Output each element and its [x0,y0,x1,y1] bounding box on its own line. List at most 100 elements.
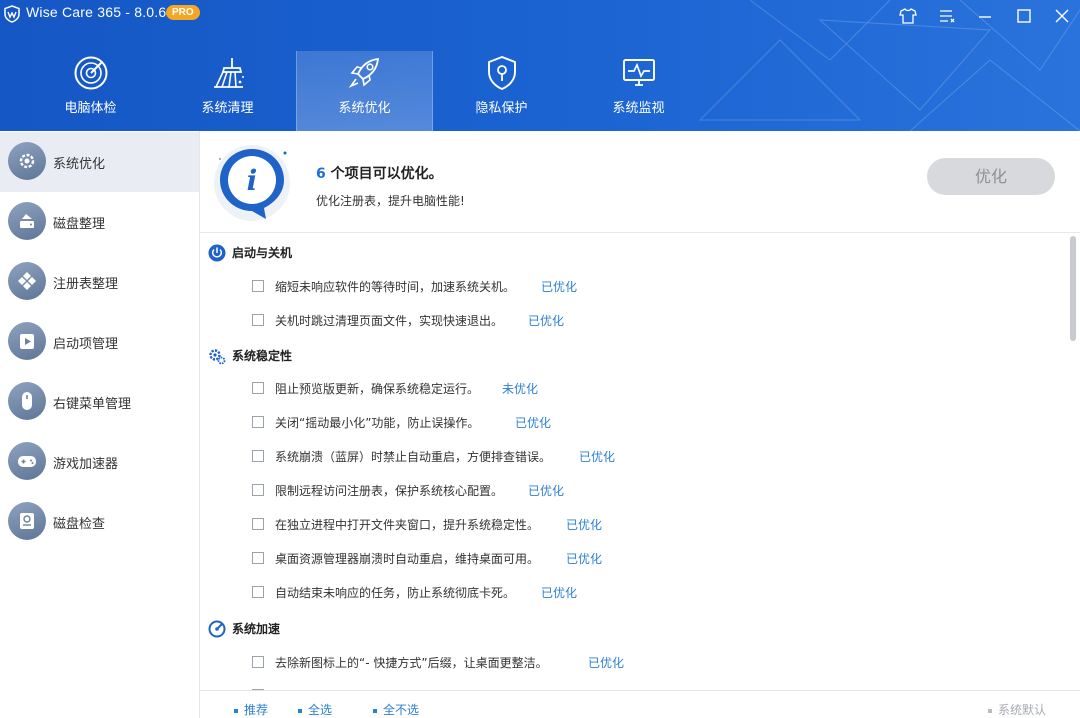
tab-label: 隐私保护 [475,101,528,116]
scrollbar-thumb[interactable] [1070,236,1076,341]
speedometer-icon [208,620,226,638]
svg-text:i: i [247,164,258,197]
sidebar-item-disk-check[interactable]: 磁盘检查 [0,492,199,552]
radar-icon [74,56,107,90]
item-text: 去除新图标上的“- 快捷方式”后缀，让桌面更整洁。 [275,656,548,670]
summary-title-text: 个项目可以优化。 [330,166,443,182]
sidebar-item-game-booster[interactable]: 游戏加速器 [0,432,199,492]
sidebar-item-label: 启动项管理 [53,337,119,352]
skin-icon [899,8,917,24]
optimization-list: 启动与关机 缩短未响应软件的等待时间，加速系统关机。 已优化 关机时跳过清理页面… [200,234,1066,690]
maximize-icon [1017,9,1031,23]
menu-button[interactable] [936,6,958,26]
disk-defrag-icon [8,202,46,240]
app-title: Wise Care 365 - 8.0.6 [26,4,167,20]
item-checkbox[interactable] [252,586,264,598]
footer-bar: 推荐 全选 全不选 系统默认 [200,690,1080,718]
summary-subtitle: 优化注册表，提升电脑性能! [316,194,465,208]
skin-button[interactable] [897,6,919,26]
startup-icon [8,322,46,360]
menu-icon [940,10,955,23]
tab-monitor[interactable]: 系统监视 [570,51,707,131]
tab-cleaner[interactable]: 系统清理 [159,51,296,131]
item-checkbox[interactable] [252,656,264,668]
item-checkbox[interactable] [252,280,264,292]
app-header: Wise Care 365 - 8.0.6 PRO 电脑体检 系统清理 系统优化… [0,0,1080,131]
sidebar-item-label: 右键菜单管理 [53,397,132,412]
item-text: 在独立进程中打开文件夹窗口，提升系统稳定性。 [275,518,540,532]
item-status: 已优化 [528,484,565,498]
rocket-icon [348,57,379,88]
sidebar-item-disk-defrag[interactable]: 磁盘整理 [0,192,199,252]
summary-title: 6 个项目可以优化。 [316,163,443,183]
item-checkbox[interactable] [252,552,264,564]
section-title: 系统加速 [232,622,281,636]
main-panel: i 6 个项目可以优化。 优化注册表，提升电脑性能! 优化 启动与关机 缩短未响… [200,131,1080,718]
item-text: 关闭“摇动最小化”功能，防止误操作。 [275,416,480,430]
item-checkbox[interactable] [252,518,264,530]
sidebar-item-label: 系统优化 [53,157,106,172]
sidebar-item-startup[interactable]: 启动项管理 [0,312,199,372]
registry-icon [8,262,46,300]
system-default-link[interactable]: 系统默认 [988,701,1046,718]
sidebar-item-label: 注册表整理 [53,277,119,292]
item-checkbox[interactable] [252,450,264,462]
optimize-button[interactable]: 优化 [927,158,1055,195]
gamepad-icon [8,442,46,480]
minimize-button[interactable] [974,6,996,26]
item-text: 阻止预览版更新，确保系统稳定运行。 [275,382,480,396]
info-icon: i [214,145,290,221]
item-status: 已优化 [566,552,603,566]
title-bar: Wise Care 365 - 8.0.6 PRO [0,0,1080,32]
broom-icon [213,58,244,88]
item-status: 已优化 [515,416,552,430]
maximize-button[interactable] [1013,6,1035,26]
scrollbar[interactable] [1066,234,1080,690]
monitor-pulse-icon [622,59,655,86]
item-checkbox[interactable] [252,314,264,326]
tab-checkup[interactable]: 电脑体检 [22,51,159,131]
optimizable-count: 6 [316,166,326,182]
item-status: 未优化 [502,382,539,396]
item-status: 已优化 [541,586,578,600]
tab-label: 电脑体检 [64,101,117,116]
item-text: 桌面资源管理器崩溃时自动重启，维持桌面可用。 [275,552,540,566]
mouse-icon [8,382,46,420]
shield-lock-icon [487,55,516,91]
tab-privacy[interactable]: 隐私保护 [433,51,570,131]
item-status: 已优化 [528,314,565,328]
item-checkbox[interactable] [252,382,264,394]
item-status: 已优化 [588,656,625,670]
item-status: 已优化 [566,518,603,532]
tab-label: 系统监视 [612,101,665,116]
sidebar-item-label: 磁盘整理 [53,217,106,232]
minimize-icon [979,16,991,18]
section-title: 系统稳定性 [232,349,293,363]
sidebar-item-registry[interactable]: 注册表整理 [0,252,199,312]
sidebar-item-system-optimize[interactable]: 系统优化 [0,132,199,192]
select-none-link[interactable]: 全不选 [373,701,419,718]
gears-icon [209,349,226,365]
item-text: 缩短未响应软件的等待时间，加速系统关机。 [275,280,516,294]
summary-header: i 6 个项目可以优化。 优化注册表，提升电脑性能! 优化 [200,131,1080,233]
tab-label: 系统优化 [338,101,391,116]
close-button[interactable] [1051,6,1073,26]
item-checkbox[interactable] [252,484,264,496]
tab-label: 系统清理 [201,101,254,116]
close-icon [1055,9,1069,23]
select-all-link[interactable]: 全选 [298,701,332,718]
item-status: 已优化 [579,450,616,464]
tab-optimize[interactable]: 系统优化 [296,51,433,131]
sidebar-item-label: 磁盘检查 [53,517,106,532]
recommend-link[interactable]: 推荐 [234,701,268,718]
pro-badge: PRO [166,5,200,20]
sidebar: 系统优化 磁盘整理 注册表整理 启动项管理 右键菜单管理 游戏加速器 磁盘检查 [0,131,200,718]
main-tabs: 电脑体检 系统清理 系统优化 隐私保护 系统监视 [22,51,707,131]
sidebar-item-context-menu[interactable]: 右键菜单管理 [0,372,199,432]
item-text: 关机时跳过清理页面文件，实现快速退出。 [275,314,504,328]
item-text: 限制远程访问注册表，保护系统核心配置。 [275,484,504,498]
item-text: 系统崩溃（蓝屏）时禁止自动重启，方便排查错误。 [275,450,552,464]
gear-icon [8,142,46,180]
item-checkbox[interactable] [252,416,264,428]
sidebar-item-label: 游戏加速器 [53,457,119,472]
